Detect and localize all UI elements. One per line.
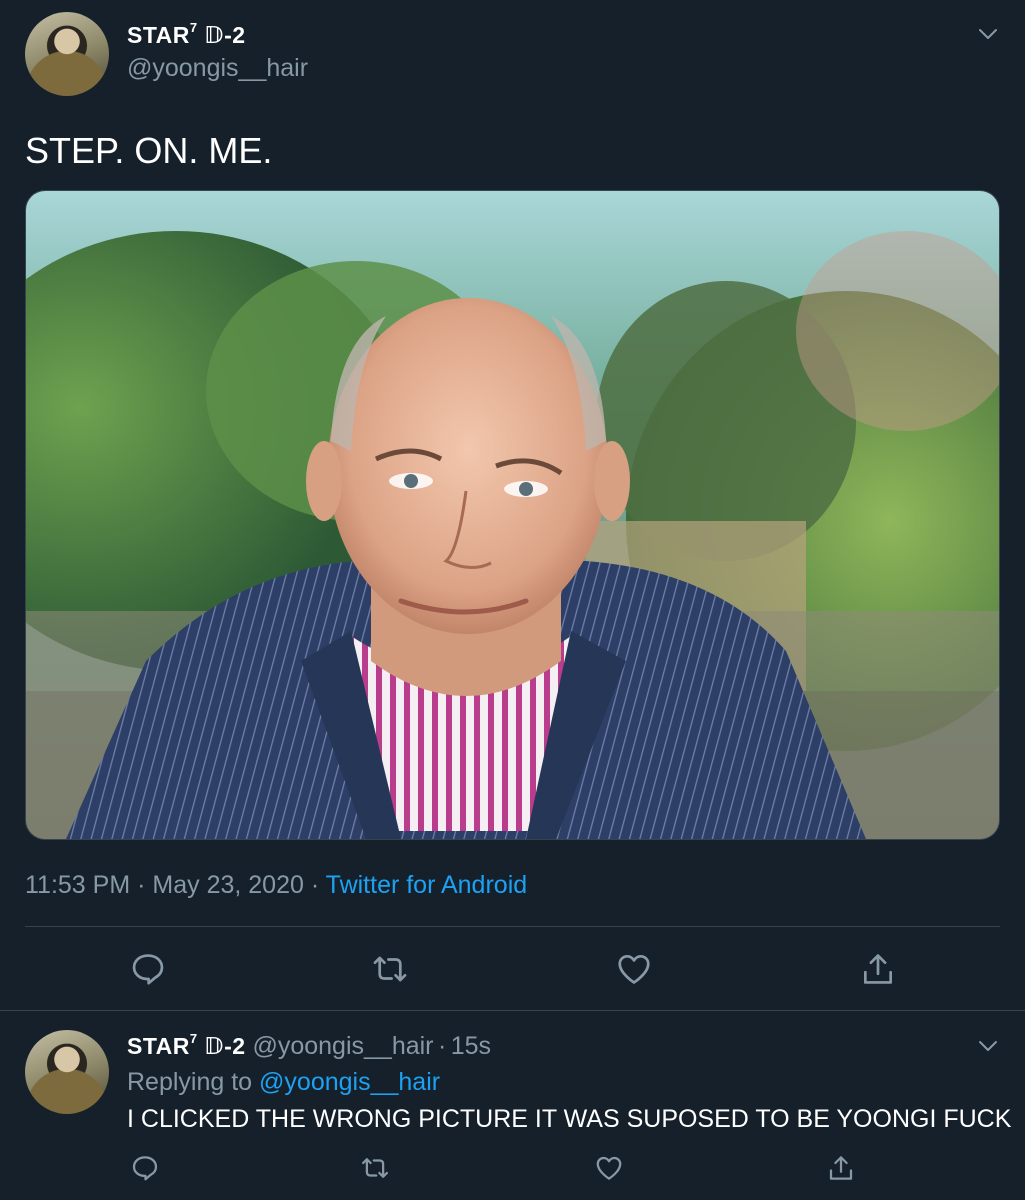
tweet-photo[interactable] bbox=[25, 190, 1000, 840]
chevron-down-icon[interactable] bbox=[976, 22, 1000, 46]
reply-author-display-name[interactable]: STAR7 𝔻-2 bbox=[127, 1031, 252, 1059]
comment-icon[interactable] bbox=[129, 950, 167, 988]
chevron-down-icon[interactable] bbox=[976, 1034, 1000, 1058]
divider bbox=[25, 926, 1000, 927]
reply-header: STAR7 𝔻-2 @yoongis__hair · 15s bbox=[127, 1031, 492, 1060]
heart-icon[interactable] bbox=[594, 1153, 624, 1183]
retweet-icon[interactable] bbox=[360, 1153, 390, 1183]
share-icon[interactable] bbox=[859, 950, 897, 988]
comment-icon[interactable] bbox=[130, 1153, 160, 1183]
author-display-name[interactable]: STAR7 𝔻-2 bbox=[127, 20, 246, 49]
tweet-date[interactable]: May 23, 2020 bbox=[152, 871, 304, 899]
reply-author-avatar[interactable] bbox=[25, 1030, 109, 1114]
tweet-text: STEP. ON. ME. bbox=[25, 130, 273, 171]
tweet-source-link[interactable]: Twitter for Android bbox=[326, 871, 527, 899]
photo-image bbox=[26, 191, 999, 839]
reply-text: I CLICKED THE WRONG PICTURE IT WAS SUPOS… bbox=[127, 1105, 1012, 1133]
reply-timestamp[interactable]: 15s bbox=[451, 1032, 491, 1060]
reply-author-handle[interactable]: @yoongis__hair bbox=[252, 1032, 433, 1060]
retweet-icon[interactable] bbox=[371, 950, 409, 988]
author-handle[interactable]: @yoongis__hair bbox=[127, 54, 308, 83]
tweet-meta: 11:53 PM · May 23, 2020 · Twitter for An… bbox=[25, 871, 528, 899]
tweet-time: 11:53 PM bbox=[25, 871, 131, 899]
heart-icon[interactable] bbox=[615, 950, 653, 988]
mention-link[interactable]: @yoongis__hair bbox=[259, 1068, 440, 1096]
author-avatar[interactable] bbox=[25, 12, 109, 96]
replying-to: Replying to @yoongis__hair bbox=[127, 1068, 441, 1096]
divider bbox=[0, 1010, 1025, 1011]
share-icon[interactable] bbox=[826, 1153, 856, 1183]
